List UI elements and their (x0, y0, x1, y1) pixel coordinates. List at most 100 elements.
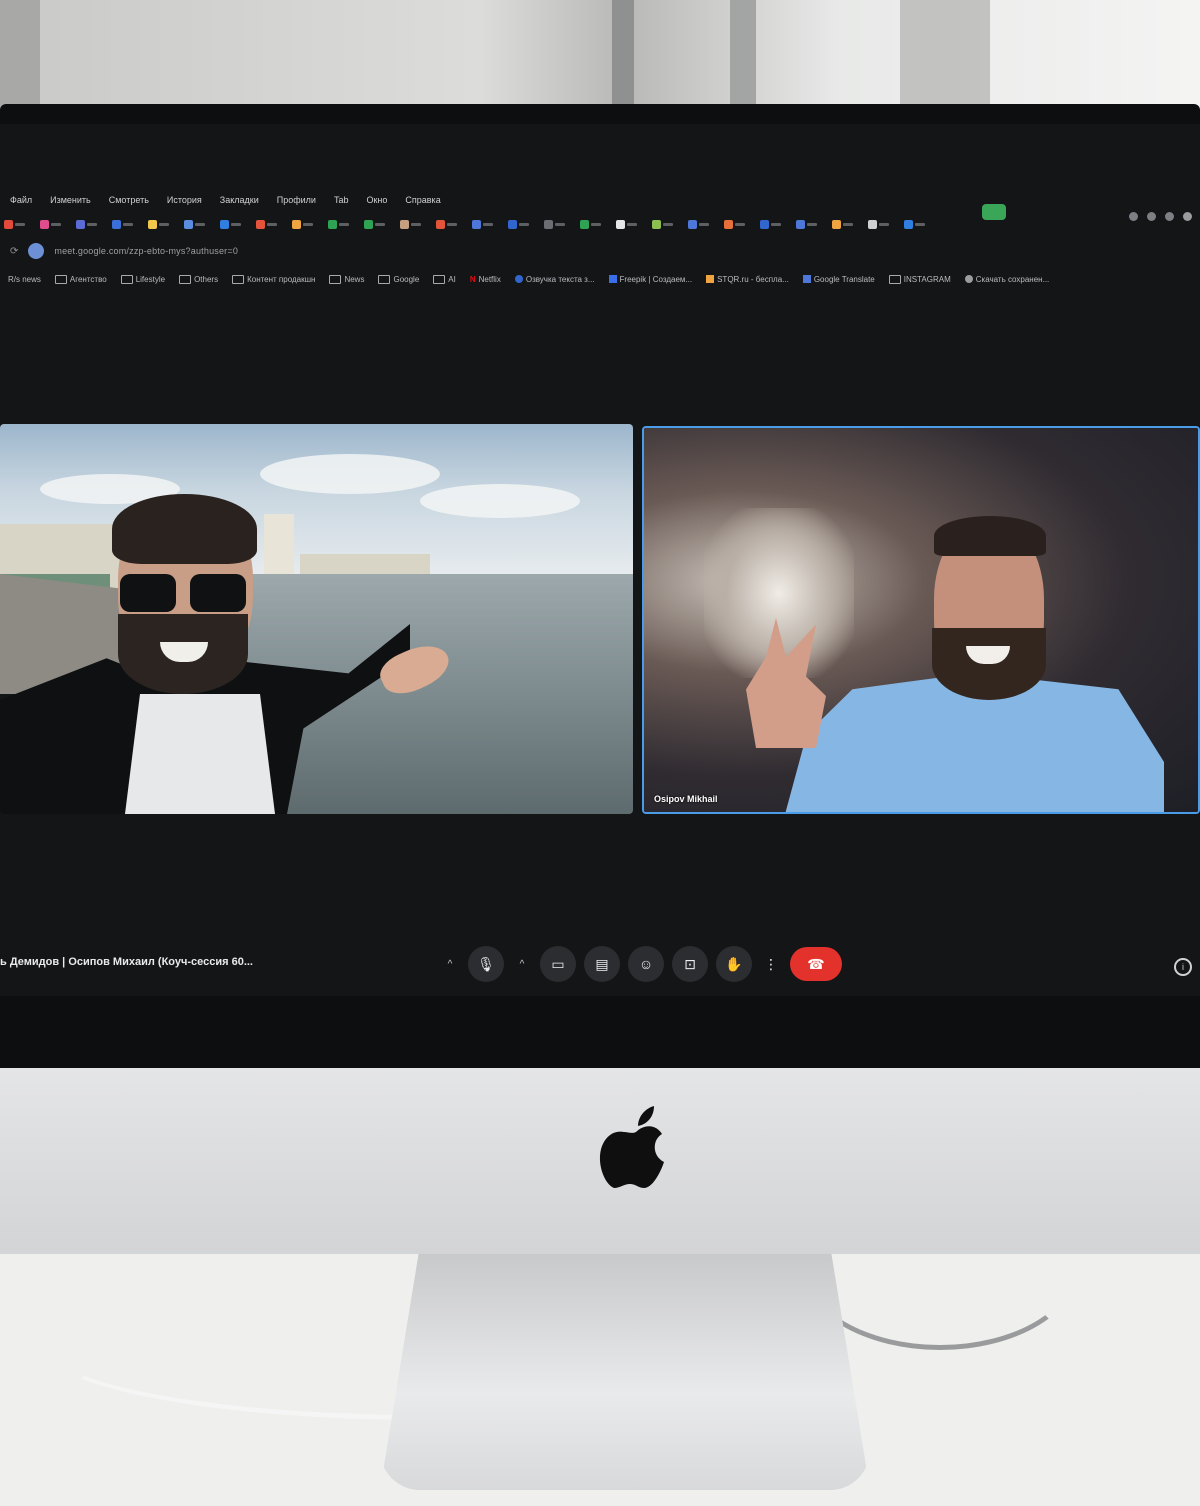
bookmark-item[interactable]: Скачать сохранен... (964, 275, 1049, 284)
tab-favicon-icon (40, 219, 49, 229)
audio-options-chevron-icon[interactable]: ^ (440, 946, 460, 982)
video-options-chevron-icon[interactable]: ^ (512, 946, 532, 982)
browser-tab[interactable] (256, 217, 282, 231)
browser-tab[interactable] (760, 217, 786, 231)
bookmark-folder[interactable]: Lifestyle (120, 274, 166, 284)
browser-tab[interactable] (796, 217, 822, 231)
present-button[interactable]: ⊡ (672, 946, 708, 982)
more-options-button[interactable]: ⋮ (760, 946, 782, 982)
apple-logo-icon (599, 1106, 664, 1188)
menu-item-tab[interactable]: Tab (334, 195, 349, 205)
menu-item-bookmarks[interactable]: Закладки (220, 195, 259, 205)
bookmark-item[interactable]: Freepik | Создаем... (608, 275, 692, 284)
emoji-icon: ☺ (638, 956, 654, 972)
browser-tab[interactable] (4, 217, 30, 231)
folder-icon (120, 274, 133, 284)
meet-tab-active[interactable] (982, 204, 1006, 220)
tab-favicon-icon (328, 219, 337, 229)
meeting-info-button[interactable]: i (1174, 958, 1192, 976)
bookmark-folder[interactable]: News (329, 274, 364, 284)
call-controls: ^ 🎙 ^ ▭ ▤ ☺ ⊡ ✋ ⋮ ☎ (440, 946, 842, 982)
browser-tab[interactable] (112, 217, 138, 231)
tab-strip (0, 212, 1200, 236)
bookmark-folder[interactable]: Агентство (54, 274, 107, 284)
browser-tab[interactable] (724, 217, 750, 231)
video-tile-left[interactable] (0, 424, 633, 814)
tab-title (267, 222, 277, 226)
tab-favicon-icon (112, 219, 121, 229)
window-frame (900, 0, 990, 120)
reactions-button[interactable]: ☺ (628, 946, 664, 982)
menu-item-window[interactable]: Окно (366, 195, 387, 205)
stqr-icon (706, 275, 715, 283)
browser-tab[interactable] (904, 217, 930, 231)
bookmark-label: Lifestyle (135, 274, 166, 284)
browser-tab[interactable] (184, 217, 210, 231)
menu-item-file[interactable]: Файл (10, 195, 32, 205)
folder-icon (378, 274, 391, 284)
extension-icon[interactable] (1147, 212, 1156, 221)
tab-favicon-icon (904, 219, 913, 229)
menu-item-edit[interactable]: Изменить (50, 195, 91, 205)
menu-item-history[interactable]: История (167, 195, 202, 205)
browser-tab[interactable] (616, 217, 642, 231)
bookmark-folder[interactable]: AI (433, 274, 456, 284)
voice-icon (514, 275, 523, 283)
tab-title (375, 222, 385, 226)
info-icon: i (1182, 962, 1184, 972)
tab-favicon-icon (688, 219, 697, 229)
browser-tab[interactable] (868, 217, 894, 231)
browser-tab[interactable] (544, 217, 570, 231)
reload-icon[interactable]: ⟳ (10, 246, 18, 257)
browser-tab[interactable] (508, 217, 534, 231)
captions-button[interactable]: ▤ (584, 946, 620, 982)
extension-icon[interactable] (1129, 212, 1138, 221)
video-tile-right[interactable]: Osipov Mikhail (642, 426, 1200, 814)
address-bar[interactable]: ⟳ meet.google.com/zzp-ebto-mys?authuser=… (0, 238, 1200, 264)
screen: Файл Изменить Смотреть История Закладки … (0, 124, 1200, 996)
browser-tab[interactable] (40, 217, 66, 231)
extension-icons (1129, 212, 1192, 221)
bookmark-item[interactable]: Google Translate (802, 275, 875, 284)
bookmark-item[interactable]: STQR.ru - беспла... (706, 275, 789, 284)
browser-tab[interactable] (652, 217, 678, 231)
browser-tab[interactable] (400, 217, 426, 231)
browser-tab[interactable] (364, 217, 390, 231)
bookmark-item[interactable]: Озвучка текста з... (514, 274, 595, 284)
bookmark-item[interactable]: N Netflix (470, 275, 501, 284)
raise-hand-button[interactable]: ✋ (716, 946, 752, 982)
bookmark-item[interactable]: R/s news (8, 275, 41, 284)
tab-title (699, 222, 709, 226)
battery-icon[interactable] (1183, 212, 1192, 221)
video-cloud (260, 454, 440, 494)
browser-tab[interactable] (328, 217, 354, 231)
menu-item-view[interactable]: Смотреть (109, 195, 149, 205)
url-text[interactable]: meet.google.com/zzp-ebto-mys?authuser=0 (54, 246, 238, 256)
menu-item-help[interactable]: Справка (405, 195, 440, 205)
browser-tab[interactable] (148, 217, 174, 231)
browser-tab[interactable] (472, 217, 498, 231)
browser-tab[interactable] (832, 217, 858, 231)
site-info-icon[interactable] (28, 243, 45, 259)
browser-tab[interactable] (292, 217, 318, 231)
wall-shadow (0, 0, 40, 110)
bookmark-folder[interactable]: Контент продакшн (232, 274, 316, 284)
bookmark-folder[interactable]: Others (179, 274, 218, 284)
camera-button[interactable]: ▭ (540, 946, 576, 982)
bookmark-folder[interactable]: Google (378, 274, 419, 284)
download-icon (964, 275, 973, 283)
browser-tab[interactable] (436, 217, 462, 231)
menu-item-profiles[interactable]: Профили (277, 195, 316, 205)
wifi-icon[interactable] (1165, 212, 1174, 221)
bookmark-label: Контент продакшн (247, 274, 316, 284)
bookmark-folder[interactable]: INSTAGRAM (888, 274, 951, 284)
tab-favicon-icon (76, 219, 85, 229)
bookmark-label: Озвучка текста з... (525, 274, 595, 284)
browser-tab[interactable] (220, 217, 246, 231)
microphone-button[interactable]: 🎙 (468, 946, 504, 982)
browser-tab[interactable] (76, 217, 102, 231)
end-call-button[interactable]: ☎ (790, 947, 842, 981)
browser-tab[interactable] (688, 217, 714, 231)
browser-tab[interactable] (580, 217, 606, 231)
end-call-icon: ☎ (807, 955, 825, 972)
